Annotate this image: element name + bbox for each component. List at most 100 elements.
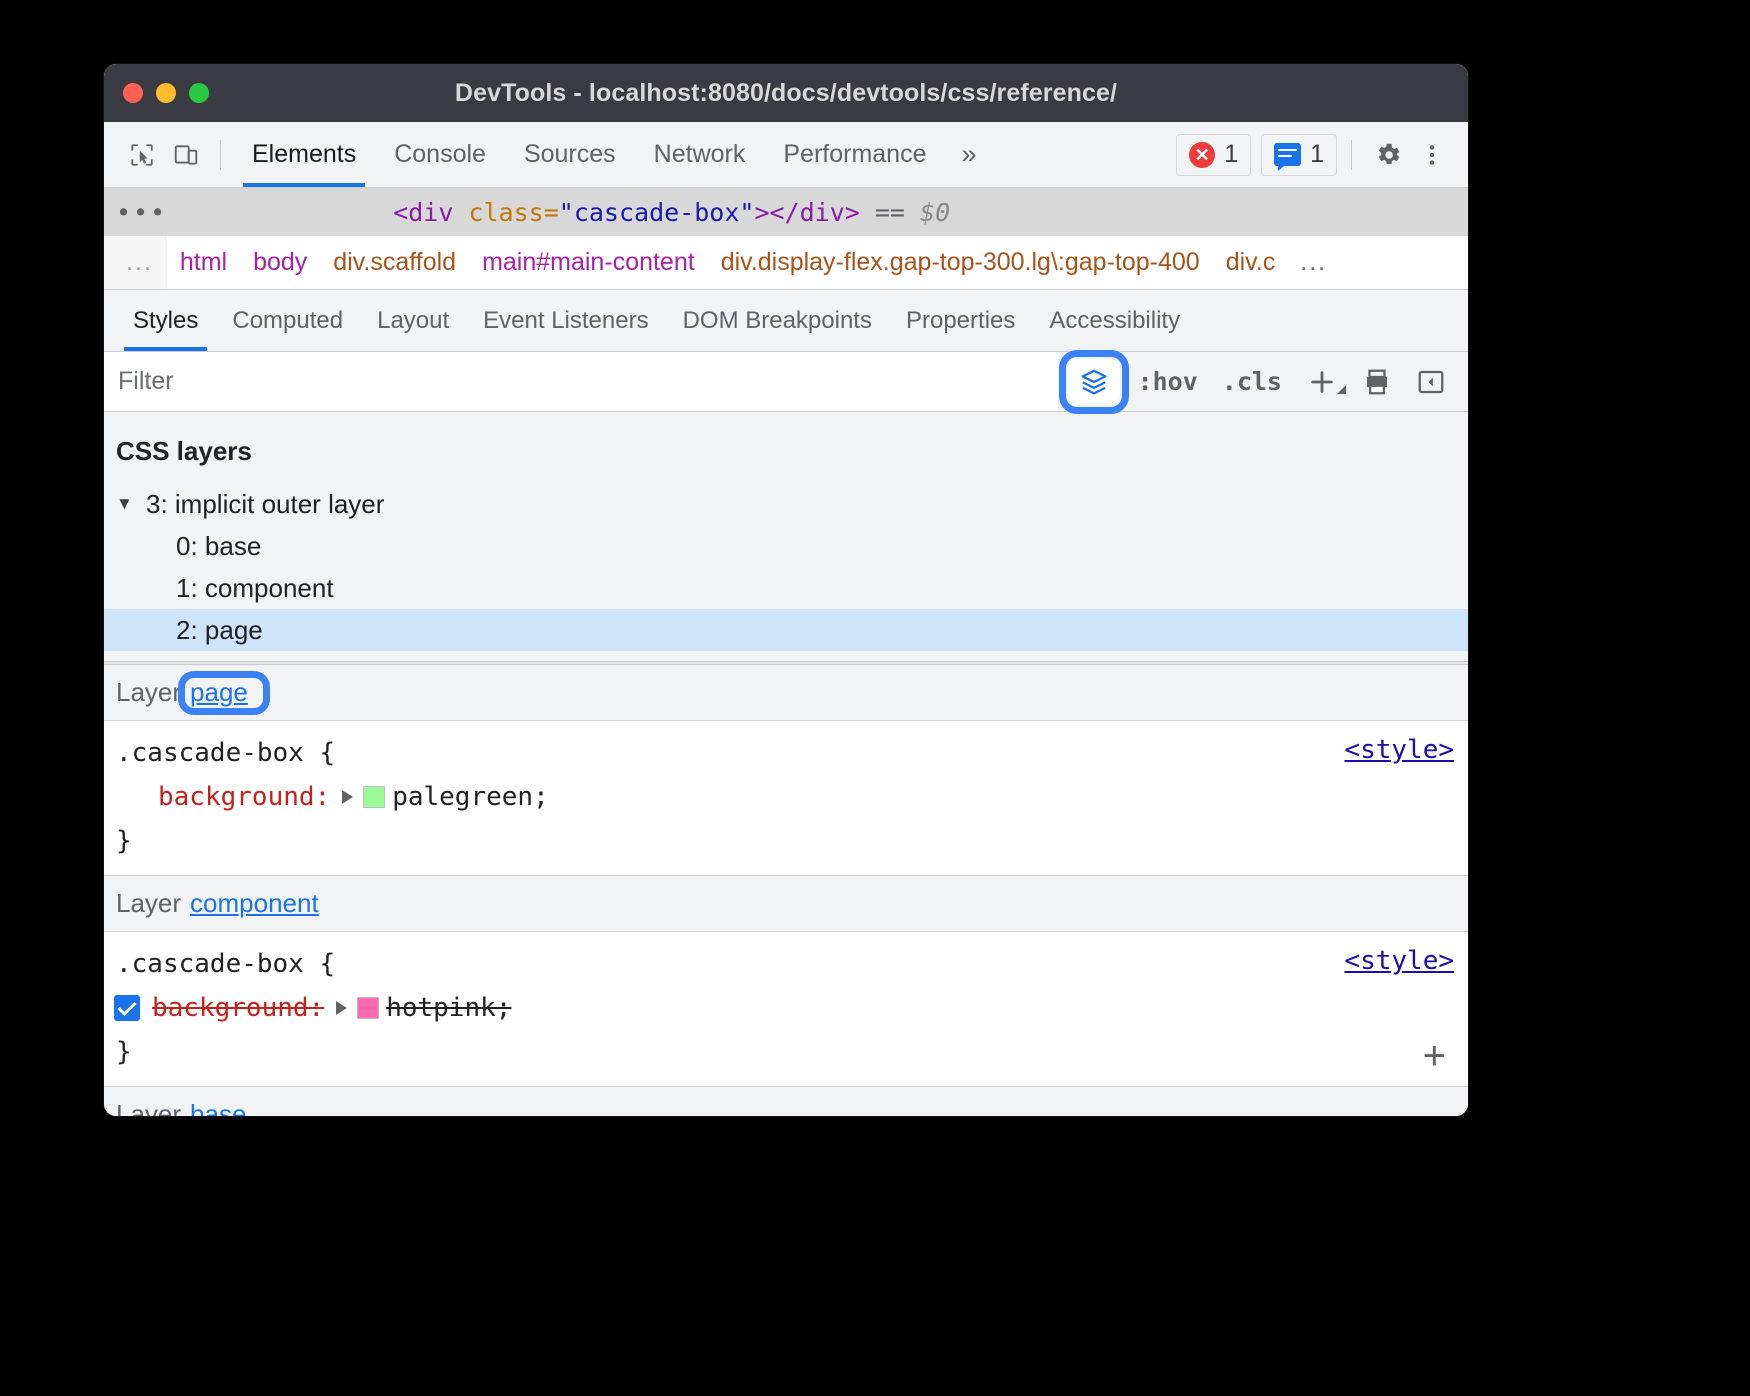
error-count: 1 (1224, 140, 1238, 169)
tab-console[interactable]: Console (375, 122, 505, 187)
rule-selector[interactable]: .cascade-box { (104, 731, 1468, 775)
css-layers-stack-icon[interactable] (1068, 359, 1120, 405)
selected-ref: $0 (920, 198, 950, 227)
print-media-icon[interactable] (1350, 360, 1404, 404)
breadcrumb-item-main-content[interactable]: main#main-content (469, 248, 708, 277)
breadcrumb-item-display-flex[interactable]: div.display-flex.gap-top-300.lg\:gap-top… (708, 248, 1213, 277)
layer-tree-row-base[interactable]: 0: base (104, 525, 1468, 567)
tag-open-bracket: < (393, 198, 408, 227)
dom-node-strip[interactable]: ••• <div class="cascade-box"></div> == $… (104, 188, 1468, 236)
declaration-row[interactable]: background: hotpink; (104, 986, 1468, 1030)
toggle-sidebar-icon[interactable] (1404, 360, 1458, 404)
layer-tree-row-component[interactable]: 1: component (104, 567, 1468, 609)
attr-name: class (468, 198, 543, 227)
breadcrumb-item-div-c[interactable]: div.c (1213, 248, 1289, 277)
window-title: DevTools - localhost:8080/docs/devtools/… (104, 79, 1468, 108)
message-bubble-icon (1274, 143, 1301, 166)
declaration-checkbox[interactable] (114, 995, 140, 1021)
expand-arrow-icon[interactable] (336, 1001, 347, 1015)
breadcrumb-overflow-left[interactable]: ... (104, 236, 167, 289)
color-swatch[interactable] (363, 786, 385, 808)
breadcrumb-overflow-right[interactable]: ... (1288, 248, 1339, 277)
declaration-row[interactable]: background: palegreen; (104, 775, 1468, 819)
tab-computed[interactable]: Computed (215, 290, 360, 351)
breadcrumb-item-html[interactable]: html (167, 248, 240, 277)
gear-icon[interactable] (1366, 133, 1410, 177)
filter-input[interactable] (104, 352, 1058, 411)
rule-block-component: <style> .cascade-box { background: hotpi… (104, 932, 1468, 1087)
tab-elements[interactable]: Elements (233, 122, 375, 187)
add-declaration-plus-icon[interactable]: + (1423, 1044, 1446, 1068)
tag-name: div (408, 198, 453, 227)
chevron-down-icon (1337, 385, 1346, 394)
layer-tree-row-implicit-outer[interactable]: ▼ 3: implicit outer layer (104, 483, 1468, 525)
declaration-property[interactable]: background: (152, 993, 324, 1023)
toolbar-divider-right (1351, 140, 1352, 170)
layer-link-base[interactable]: base (190, 1099, 246, 1116)
layer-tree-label: 2: page (176, 615, 263, 646)
declaration-property[interactable]: background: (158, 782, 330, 812)
styles-filter-bar: :hov .cls (104, 352, 1468, 412)
expand-arrow-icon[interactable] (342, 790, 353, 804)
tab-network[interactable]: Network (635, 122, 765, 187)
screenshot-root: DevTools - localhost:8080/docs/devtools/… (0, 0, 1750, 1396)
styles-sidebar-tabs: Styles Computed Layout Event Listeners D… (104, 290, 1468, 352)
tab-event-listeners[interactable]: Event Listeners (466, 290, 665, 351)
dom-node-code: <div class="cascade-box"></div> == $0 (393, 198, 950, 227)
layer-prefix-label: Layer (116, 677, 181, 708)
toolbar-divider (220, 140, 221, 170)
tab-performance[interactable]: Performance (764, 122, 945, 187)
css-layers-button-wrap (1068, 359, 1120, 405)
kebab-menu-icon[interactable] (1410, 133, 1454, 177)
css-layers-panel: CSS layers ▼ 3: implicit outer layer 0: … (104, 412, 1468, 661)
window-title-bar: DevTools - localhost:8080/docs/devtools/… (104, 64, 1468, 122)
rule-block-page: <style> .cascade-box { background: paleg… (104, 721, 1468, 876)
error-circle-icon: ✕ (1189, 142, 1215, 168)
hov-button[interactable]: :hov (1126, 360, 1210, 404)
color-swatch[interactable] (357, 997, 379, 1019)
tab-styles[interactable]: Styles (116, 290, 215, 351)
rule-source-link[interactable]: <style> (1344, 946, 1454, 976)
layer-tree-label: 0: base (176, 531, 261, 562)
breadcrumb-item-body[interactable]: body (240, 248, 320, 277)
layer-header-base: Layer base (104, 1087, 1468, 1116)
cursor-inspect-icon[interactable] (120, 133, 164, 177)
chevron-down-icon[interactable]: ▼ (116, 494, 138, 514)
new-style-rule-button[interactable] (1294, 360, 1350, 404)
rule-source-link[interactable]: <style> (1344, 735, 1454, 765)
breadcrumb-item-div-scaffold[interactable]: div.scaffold (320, 248, 469, 277)
closing-tag: </div> (770, 198, 860, 227)
tab-layout[interactable]: Layout (360, 290, 466, 351)
tab-dom-breakpoints[interactable]: DOM Breakpoints (666, 290, 889, 351)
rule-closing-brace: } (104, 819, 1468, 863)
declaration-value[interactable]: hotpink; (386, 993, 511, 1023)
layer-tree-row-page[interactable]: 2: page (104, 609, 1468, 651)
tab-properties[interactable]: Properties (889, 290, 1032, 351)
message-count: 1 (1310, 140, 1324, 169)
annotation-ring-layer-page (178, 671, 270, 715)
device-toolbar-icon[interactable] (164, 133, 208, 177)
attr-value: "cascade-box" (559, 198, 755, 227)
layer-prefix-label: Layer (116, 1099, 181, 1116)
message-count-badge[interactable]: 1 (1261, 134, 1337, 176)
layer-header-page: Layer page (104, 665, 1468, 721)
cls-button[interactable]: .cls (1210, 360, 1294, 404)
devtools-window: DevTools - localhost:8080/docs/devtools/… (104, 64, 1468, 1116)
tag-close-bracket: > (754, 198, 769, 227)
css-layers-title: CSS layers (104, 426, 1468, 483)
rule-closing-brace: } (104, 1030, 1468, 1074)
declaration-value[interactable]: palegreen; (392, 782, 549, 812)
tab-accessibility[interactable]: Accessibility (1032, 290, 1197, 351)
layer-prefix-label: Layer (116, 888, 181, 919)
layer-tree-label: 3: implicit outer layer (146, 489, 384, 520)
tab-sources[interactable]: Sources (505, 122, 635, 187)
error-count-badge[interactable]: ✕ 1 (1176, 134, 1251, 176)
panel-tabs: Elements Console Sources Network Perform… (233, 122, 945, 187)
rule-selector[interactable]: .cascade-box { (104, 942, 1468, 986)
layer-tree-label: 1: component (176, 573, 334, 604)
breadcrumb: ... html body div.scaffold main#main-con… (104, 236, 1468, 290)
layer-link-component[interactable]: component (190, 888, 319, 919)
devtools-main-toolbar: Elements Console Sources Network Perform… (104, 122, 1468, 188)
more-tabs-icon[interactable]: » (945, 139, 992, 170)
dom-ellipsis-icon[interactable]: ••• (116, 198, 167, 227)
